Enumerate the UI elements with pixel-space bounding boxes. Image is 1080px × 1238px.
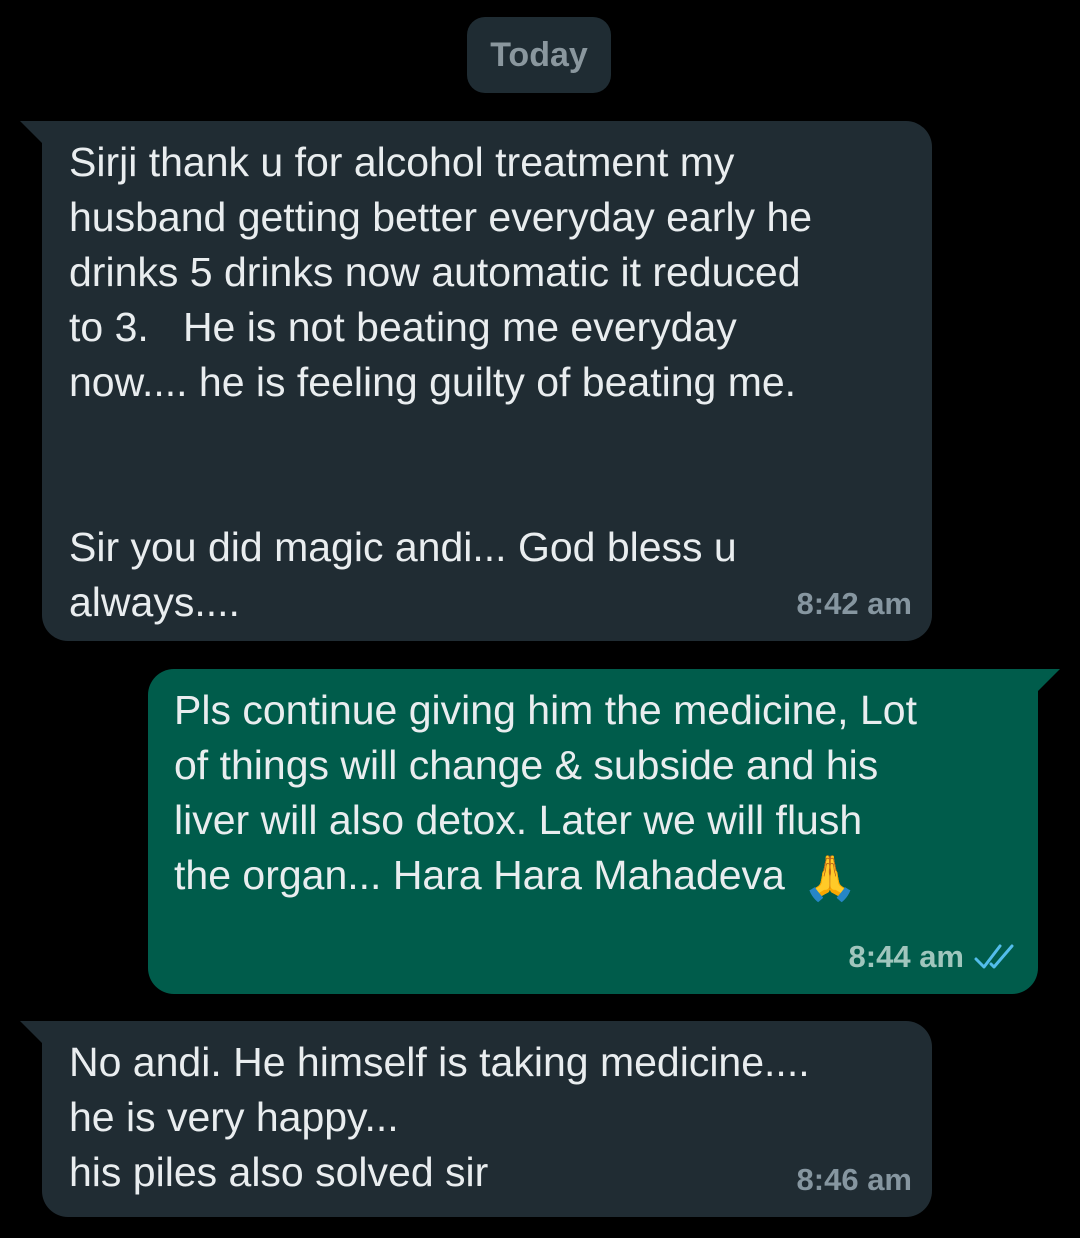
message-bubble-incoming[interactable]: No andi. He himself is taking medicine..… (20, 1021, 932, 1217)
bubble-tail (20, 121, 42, 143)
message-bubble-outgoing[interactable]: Pls continue giving him the medicine, Lo… (148, 669, 1060, 994)
date-separator-chip: Today (467, 17, 611, 93)
bubble-tail (20, 1021, 42, 1043)
message-text: No andi. He himself is taking medicine..… (69, 1039, 810, 1195)
message-meta: 8:44 am (849, 929, 1016, 984)
chat-conversation: Today Sirji thank u for alcohol treatmen… (0, 0, 1080, 1238)
message-timestamp: 8:44 am (848, 939, 964, 974)
message-text: Pls continue giving him the medicine, Lo… (174, 683, 1008, 906)
folded-hands-icon: 🙏 (802, 853, 858, 904)
message-meta: 8:46 am (797, 1152, 912, 1207)
message-timestamp: 8:46 am (796, 1162, 912, 1197)
message-bubble-incoming[interactable]: Sirji thank u for alcohol treatment my h… (20, 121, 932, 641)
message-timestamp: 8:42 am (796, 586, 912, 621)
message-meta: 8:42 am (797, 576, 912, 631)
double-check-read-icon (974, 943, 1016, 971)
message-text: Sirji thank u for alcohol treatment my h… (69, 139, 813, 625)
bubble-tail (1038, 669, 1060, 691)
